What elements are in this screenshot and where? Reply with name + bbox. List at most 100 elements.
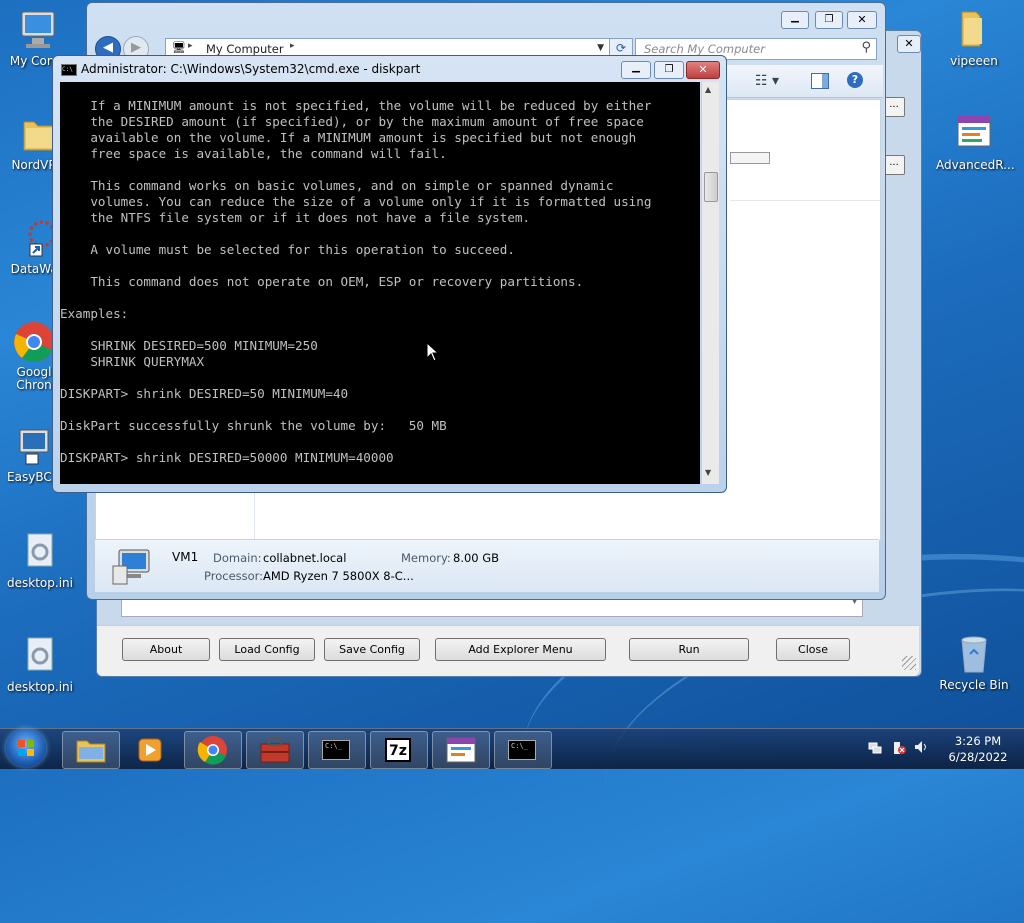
chrome-icon xyxy=(197,736,227,765)
domain-value: collabnet.local xyxy=(263,551,347,565)
close-icon[interactable]: ✕ xyxy=(847,11,877,29)
computer-icon xyxy=(111,548,155,585)
desktop-icon-label: Recycle Bin xyxy=(939,678,1009,692)
console-line: SHRINK DESIRED=500 MINIMUM=250 xyxy=(60,338,318,353)
console-line: This command works on basic volumes, and… xyxy=(60,178,614,193)
console-line: DISKPART> shrink DESIRED=50 MINIMUM=40 xyxy=(60,386,349,401)
search-icon[interactable]: ⚲ xyxy=(861,40,871,55)
console-line: available on the volume. If a MINIMUM am… xyxy=(60,130,637,145)
console-line: If a MINIMUM amount is not specified, th… xyxy=(60,98,652,113)
chevron-down-icon[interactable]: ▼ xyxy=(597,43,604,53)
media-player-icon xyxy=(138,738,162,762)
console-line: This command does not operate on OEM, ES… xyxy=(60,274,584,289)
mouse-cursor-icon xyxy=(426,342,438,362)
computer-icon xyxy=(16,8,60,52)
minimize-icon[interactable]: ▁ xyxy=(781,11,809,29)
desktop-icon-advancedr[interactable]: AdvancedR... xyxy=(936,112,1015,172)
desktop-icon-label: desktop.ini xyxy=(7,576,73,590)
maximize-icon[interactable]: ❐ xyxy=(815,11,843,29)
console-line: DISKPART> shrink DESIRED=50000 MINIMUM=4… xyxy=(60,450,394,465)
scrollbar[interactable]: ▲ ▼ xyxy=(701,82,719,484)
domain-label: Domain: xyxy=(213,551,262,565)
settings-file-icon xyxy=(18,530,62,574)
help-icon[interactable]: ? xyxy=(847,72,863,88)
taskbar-cmd-1[interactable]: C:\_ xyxy=(308,731,366,769)
about-button[interactable]: About xyxy=(122,638,210,661)
desktop-icon-vipeeen[interactable]: vipeeen xyxy=(936,8,1012,68)
cmd-icon: C:\_ xyxy=(322,740,350,760)
desktop-icon-label: Googl Chron xyxy=(16,365,52,392)
add-explorer-menu-button[interactable]: Add Explorer Menu xyxy=(435,638,606,661)
browse-button[interactable]: ... xyxy=(883,97,905,117)
scrollbar-thumb[interactable] xyxy=(704,172,718,202)
run-button[interactable]: Run xyxy=(629,638,749,661)
load-config-button[interactable]: Load Config xyxy=(219,638,315,661)
settings-file-icon xyxy=(18,634,62,678)
console-line: DiskPart successfully shrunk the volume … xyxy=(60,418,447,433)
memory-label: Memory: xyxy=(401,551,451,565)
save-config-button[interactable]: Save Config xyxy=(324,638,420,661)
taskbar-cmd-2[interactable]: C:\_ xyxy=(494,731,552,769)
view-options-icon[interactable]: ☷ ▾ xyxy=(755,73,779,89)
start-button[interactable] xyxy=(6,729,46,767)
taskbar-toolbox[interactable] xyxy=(246,731,304,769)
recycle-bin-icon xyxy=(952,632,996,676)
breadcrumb: My Computer xyxy=(206,42,284,56)
action-center-icon[interactable] xyxy=(892,740,906,754)
console-line: A volume must be selected for this opera… xyxy=(60,242,515,257)
volume-icon[interactable] xyxy=(914,740,928,754)
toolbox-icon xyxy=(260,738,290,763)
tool-dialog-close-icon[interactable]: ✕ xyxy=(897,35,921,53)
scroll-up-icon[interactable]: ▲ xyxy=(705,85,711,94)
maximize-icon[interactable]: ❐ xyxy=(654,61,684,79)
console-line: free space is available, the command wil… xyxy=(60,146,447,161)
window-title: Administrator: C:\Windows\System32\cmd.e… xyxy=(81,62,421,76)
scroll-down-icon[interactable]: ▼ xyxy=(705,468,711,477)
preview-pane-icon[interactable] xyxy=(811,73,829,89)
taskbar-media-player[interactable] xyxy=(122,731,180,769)
7zip-icon: 7z xyxy=(385,738,411,762)
console-line: SHRINK QUERYMAX xyxy=(60,354,205,369)
minimize-icon[interactable]: ▁ xyxy=(621,61,651,79)
network-icon[interactable] xyxy=(868,740,882,754)
taskbar-app[interactable] xyxy=(432,731,490,769)
computer-name: VM1 xyxy=(172,550,199,564)
console-line: volumes. You can reduce the size of a vo… xyxy=(60,194,652,209)
desktop-icon-label: AdvancedR... xyxy=(936,158,1015,172)
cmd-icon: C:\_ xyxy=(508,740,536,760)
breadcrumb-arrow-icon: ▸ xyxy=(188,41,193,51)
desktop-icon-desktop-ini-2[interactable]: desktop.ini xyxy=(2,634,78,694)
clock-date: 6/28/2022 xyxy=(948,750,1008,764)
close-button[interactable]: Close xyxy=(776,638,850,661)
taskbar-7zip[interactable]: 7z xyxy=(370,731,428,769)
processor-label: Processor: xyxy=(204,569,264,583)
windows-logo-icon xyxy=(18,740,34,756)
cmd-icon: C:\ xyxy=(61,64,77,76)
desktop-icon-recycle-bin[interactable]: Recycle Bin xyxy=(936,632,1012,692)
explorer-icon xyxy=(76,740,106,763)
browse-button[interactable]: ... xyxy=(883,155,905,175)
clock[interactable]: 3:26 PM 6/28/2022 xyxy=(938,733,1018,765)
clock-time: 3:26 PM xyxy=(954,734,1002,748)
memory-value: 8.00 GB xyxy=(453,551,500,565)
folder-icon xyxy=(952,8,996,52)
resize-grip[interactable] xyxy=(902,656,916,670)
desktop-icon-label: vipeeen xyxy=(950,54,998,68)
desktop-icon-desktop-ini-1[interactable]: desktop.ini xyxy=(2,530,78,590)
chrome-icon xyxy=(12,320,56,364)
console-line: Examples: xyxy=(60,306,129,321)
taskbar-chrome[interactable] xyxy=(184,731,242,769)
processor-value: AMD Ryzen 7 5800X 8-C... xyxy=(263,569,414,583)
console-line: the DESIRED amount (if specified), or by… xyxy=(60,114,644,129)
taskbar-explorer[interactable] xyxy=(62,731,120,769)
console-output: If a MINIMUM amount is not specified, th… xyxy=(60,98,651,466)
search-placeholder: Search My Computer xyxy=(644,42,765,56)
close-icon[interactable]: ✕ xyxy=(686,61,720,79)
